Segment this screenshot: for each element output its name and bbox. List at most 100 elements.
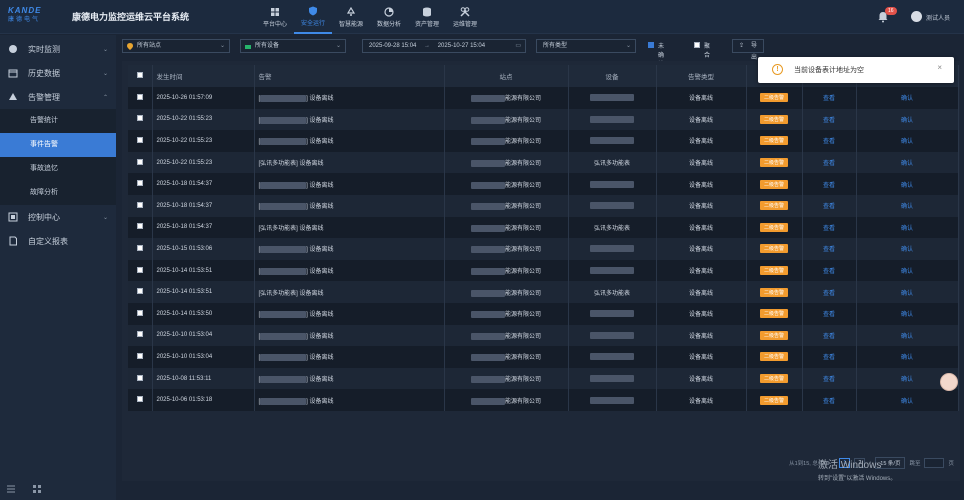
chevron-down-icon: ⌄: [102, 46, 108, 53]
view-link[interactable]: 查看: [823, 204, 835, 210]
sidebar-sub-fault-analysis[interactable]: 故障分析: [0, 181, 116, 205]
topnav-analysis[interactable]: 数据分析: [370, 0, 408, 34]
table-row[interactable]: 2025-10-15 01:53:06[] 设备离线能源有限公司 设备离线 二级告警…: [128, 238, 959, 260]
col-type[interactable]: 告警类型: [656, 65, 747, 87]
type-select[interactable]: 所有类型 ⌄: [536, 39, 636, 53]
sidebar-item-control[interactable]: 控制中心 ⌄: [0, 205, 116, 229]
table-row[interactable]: 2025-10-18 01:54:37 [弘讯多功能表] 设备离线 能源有限公司 弘讯…: [128, 216, 959, 239]
alarm-panel: 发生时间 告警 站点 设备 告警类型 告警等级 操作 确认 2025-10-26…: [122, 61, 960, 481]
row-checkbox[interactable]: [136, 244, 143, 251]
confirm-link[interactable]: 确认: [901, 269, 913, 275]
view-link[interactable]: 查看: [823, 355, 835, 361]
view-link[interactable]: 查看: [823, 183, 835, 189]
confirm-link[interactable]: 确认: [901, 96, 913, 102]
confirm-link[interactable]: 确认: [901, 161, 913, 167]
table-row[interactable]: 2025-10-14 01:53:51 [弘讯多功能表] 设备离线 能源有限公司 弘讯…: [128, 281, 959, 303]
view-link[interactable]: 查看: [823, 291, 835, 297]
confirm-link[interactable]: 确认: [901, 247, 913, 253]
topnav-ops[interactable]: 运维管理: [446, 0, 484, 34]
confirm-link[interactable]: 确认: [901, 377, 913, 383]
grid-icon[interactable]: [32, 484, 42, 496]
topnav-safety[interactable]: 安全运行: [294, 0, 332, 34]
view-link[interactable]: 查看: [823, 226, 835, 232]
view-link[interactable]: 查看: [823, 139, 835, 145]
view-link[interactable]: 查看: [823, 96, 835, 102]
sidebar-item-report[interactable]: 自定义报表: [0, 229, 116, 253]
table-row[interactable]: 2025-10-26 01:57:09[] 设备离线能源有限公司 设备离线 二级告警…: [128, 87, 959, 109]
row-checkbox[interactable]: [136, 331, 143, 338]
table-row[interactable]: 2025-10-22 01:55:23[] 设备离线能源有限公司 设备离线 二级告警…: [128, 130, 959, 152]
row-checkbox[interactable]: [136, 396, 143, 403]
user-name[interactable]: 测试人员: [926, 13, 950, 22]
confirm-link[interactable]: 确认: [901, 226, 913, 232]
view-link[interactable]: 查看: [823, 118, 835, 124]
row-checkbox[interactable]: [136, 115, 143, 122]
table-row[interactable]: 2025-10-18 01:54:37[] 设备离线能源有限公司 设备离线 二级告警…: [128, 194, 959, 217]
merge-checkbox[interactable]: [694, 42, 700, 48]
row-checkbox[interactable]: [136, 180, 143, 187]
row-checkbox[interactable]: [136, 309, 143, 316]
row-checkbox[interactable]: [136, 266, 143, 273]
row-checkbox[interactable]: [136, 288, 143, 295]
table-row[interactable]: 2025-10-14 01:53:51[] 设备离线能源有限公司 设备离线 二级告警…: [128, 259, 959, 282]
row-checkbox[interactable]: [136, 136, 143, 143]
cell-site: 能源有限公司: [444, 108, 569, 131]
sidebar-item-realtime[interactable]: 实时监测 ⌄: [0, 37, 116, 61]
confirm-link[interactable]: 确认: [901, 334, 913, 340]
select-all-checkbox[interactable]: [136, 72, 143, 78]
view-link[interactable]: 查看: [823, 312, 835, 318]
row-select-cell: [128, 194, 153, 217]
row-checkbox[interactable]: [136, 201, 143, 208]
table-row[interactable]: 2025-10-06 01:53:18[] 设备离线能源有限公司 设备离线 二级告警…: [128, 389, 959, 411]
row-checkbox[interactable]: [136, 93, 143, 100]
device-select[interactable]: 所有设备 ⌄: [240, 39, 346, 53]
table-row[interactable]: 2025-10-10 01:53:04[] 设备离线能源有限公司 设备离线 二级告警…: [128, 324, 959, 347]
confirm-link[interactable]: 确认: [901, 291, 913, 297]
cell-device: [568, 194, 657, 217]
view-link[interactable]: 查看: [823, 334, 835, 340]
row-checkbox[interactable]: [136, 158, 143, 165]
confirm-link[interactable]: 确认: [901, 118, 913, 124]
col-time[interactable]: 发生时间: [152, 65, 255, 87]
confirm-link[interactable]: 确认: [901, 399, 913, 405]
redacted-block: [260, 203, 307, 211]
view-link[interactable]: 查看: [823, 247, 835, 253]
table-row[interactable]: 2025-10-08 11:53:11[] 设备离线能源有限公司 设备离线 二级告警…: [128, 367, 959, 390]
table-row[interactable]: 2025-10-14 01:53:50[] 设备离线能源有限公司 设备离线 二级告警…: [128, 302, 959, 325]
table-row[interactable]: 2025-10-22 01:55:23[] 设备离线能源有限公司 设备离线 二级告警…: [128, 108, 959, 131]
row-checkbox[interactable]: [136, 223, 143, 230]
topnav-energy[interactable]: 智慧能源: [332, 0, 370, 34]
confirm-link[interactable]: 确认: [901, 139, 913, 145]
table-row[interactable]: 2025-10-10 01:53:04[] 设备离线能源有限公司 设备离线 二级告警…: [128, 346, 959, 368]
topnav-platform[interactable]: 平台中心: [256, 0, 294, 34]
view-link[interactable]: 查看: [823, 399, 835, 405]
cell-site: 能源有限公司: [444, 130, 569, 152]
menu-icon[interactable]: [6, 484, 16, 496]
confirm-link[interactable]: 确认: [901, 183, 913, 189]
confirm-link[interactable]: 确认: [901, 312, 913, 318]
sidebar-item-history[interactable]: 历史数据 ⌄: [0, 61, 116, 85]
row-checkbox[interactable]: [136, 352, 143, 359]
table-row[interactable]: 2025-10-18 01:54:37[] 设备离线能源有限公司 设备离线 二级告警…: [128, 173, 959, 195]
row-checkbox[interactable]: [136, 374, 143, 381]
view-link[interactable]: 查看: [823, 269, 835, 275]
view-link[interactable]: 查看: [823, 161, 835, 167]
unconfirmed-checkbox[interactable]: [648, 42, 654, 48]
sidebar-sub-alarm-stats[interactable]: 告警统计: [0, 109, 116, 133]
user-avatar[interactable]: [911, 11, 922, 22]
assistant-avatar[interactable]: [940, 373, 958, 391]
confirm-link[interactable]: 确认: [901, 355, 913, 361]
topnav-assets[interactable]: 资产管理: [408, 0, 446, 34]
site-select[interactable]: 所有站点 ⌄: [122, 39, 230, 53]
chevron-down-icon: ⌄: [335, 43, 341, 49]
close-icon[interactable]: ×: [937, 63, 942, 72]
date-range-picker[interactable]: 2025-09-28 15:04 → 2025-10-27 15:04 ▭: [362, 39, 526, 53]
table-row[interactable]: 2025-10-22 01:55:23 [弘讯多功能表] 设备离线 能源有限公司 弘讯…: [128, 151, 959, 174]
export-button[interactable]: ⇪ 导出: [732, 39, 765, 61]
sidebar-sub-event-alarm[interactable]: 事件告警: [0, 133, 116, 157]
jump-input[interactable]: [924, 458, 945, 468]
sidebar-sub-accident-recall[interactable]: 事故追忆: [0, 157, 116, 181]
view-link[interactable]: 查看: [823, 377, 835, 383]
sidebar-item-alarm[interactable]: 告警管理 ⌃: [0, 85, 116, 109]
confirm-link[interactable]: 确认: [901, 204, 913, 210]
